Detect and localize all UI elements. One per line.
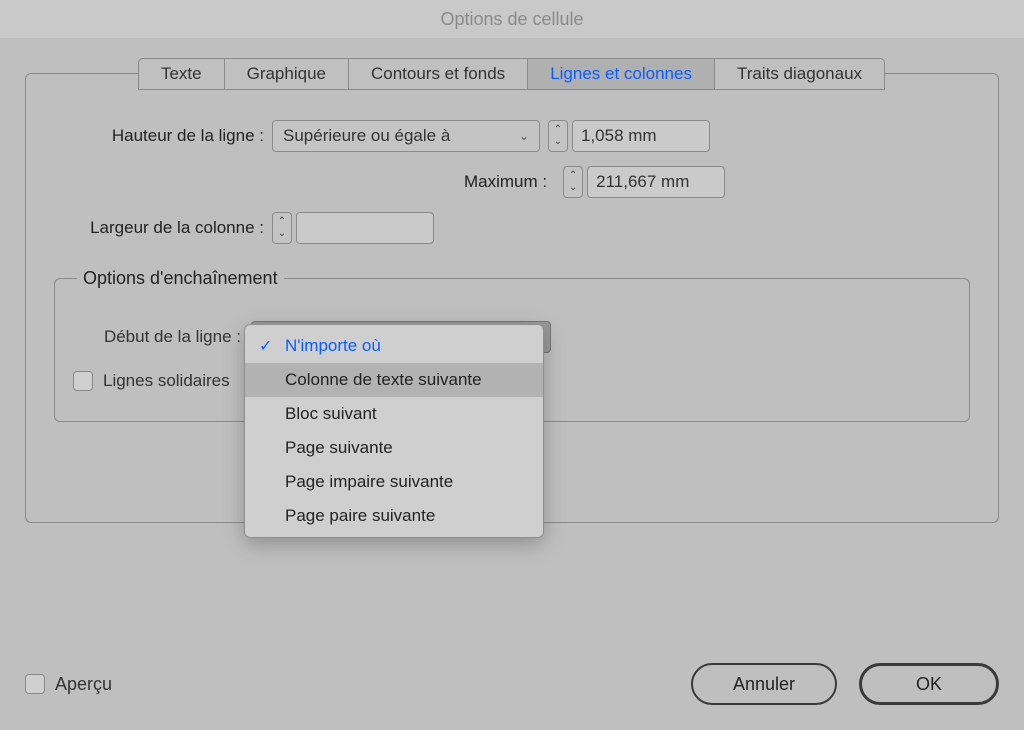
tab-bar: Texte Graphique Contours et fonds Lignes… [25, 58, 999, 90]
maximum-label: Maximum : [464, 172, 555, 192]
column-width-stepper[interactable]: ⌃ ⌄ [272, 212, 292, 244]
chevron-up-icon: ⌃ [554, 124, 562, 136]
maximum-stepper[interactable]: ⌃ ⌄ [563, 166, 583, 198]
dropdown-option-next-frame[interactable]: Bloc suivant [245, 397, 543, 431]
dropdown-option-next-page[interactable]: Page suivante [245, 431, 543, 465]
ok-button[interactable]: OK [859, 663, 999, 705]
row-height-mode-select[interactable]: Supérieure ou égale à ⌄ [272, 120, 540, 152]
chevron-down-icon: ⌄ [519, 129, 529, 143]
column-width-input[interactable] [296, 212, 434, 244]
tab-graphique[interactable]: Graphique [224, 58, 349, 90]
row-height-input[interactable]: 1,058 mm [572, 120, 710, 152]
chevron-up-icon: ⌃ [278, 216, 286, 228]
preview-checkbox[interactable] [25, 674, 45, 694]
dropdown-option-next-odd-page[interactable]: Page impaire suivante [245, 465, 543, 499]
column-width-label: Largeur de la colonne : [54, 218, 272, 238]
row-height-mode-value: Supérieure ou égale à [283, 126, 450, 146]
start-row-dropdown-menu: ✓ N'importe où Colonne de texte suivante… [244, 324, 544, 538]
preview-label: Aperçu [55, 674, 112, 695]
tab-contours-et-fonds[interactable]: Contours et fonds [348, 58, 528, 90]
keep-together-label: Lignes solidaires [103, 371, 230, 391]
dropdown-option-next-text-column[interactable]: Colonne de texte suivante [245, 363, 543, 397]
row-height-label: Hauteur de la ligne : [54, 126, 272, 146]
chevron-down-icon: ⌄ [569, 182, 577, 194]
start-row-label: Début de la ligne : [73, 327, 251, 347]
cancel-button[interactable]: Annuler [691, 663, 837, 705]
chevron-up-icon: ⌃ [569, 170, 577, 182]
check-icon: ✓ [259, 336, 272, 356]
chevron-down-icon: ⌄ [278, 228, 286, 240]
tab-traits-diagonaux[interactable]: Traits diagonaux [714, 58, 885, 90]
tab-lignes-et-colonnes[interactable]: Lignes et colonnes [527, 58, 715, 90]
row-height-stepper[interactable]: ⌃ ⌄ [548, 120, 568, 152]
maximum-input[interactable]: 211,667 mm [587, 166, 725, 198]
keep-together-checkbox[interactable] [73, 371, 93, 391]
tab-texte[interactable]: Texte [138, 58, 225, 90]
keep-options-legend: Options d'enchaînement [77, 268, 284, 289]
dropdown-option-next-even-page[interactable]: Page paire suivante [245, 499, 543, 533]
dropdown-option-anywhere[interactable]: ✓ N'importe où [245, 329, 543, 363]
window-title: Options de cellule [440, 9, 583, 30]
chevron-down-icon: ⌄ [554, 136, 562, 148]
